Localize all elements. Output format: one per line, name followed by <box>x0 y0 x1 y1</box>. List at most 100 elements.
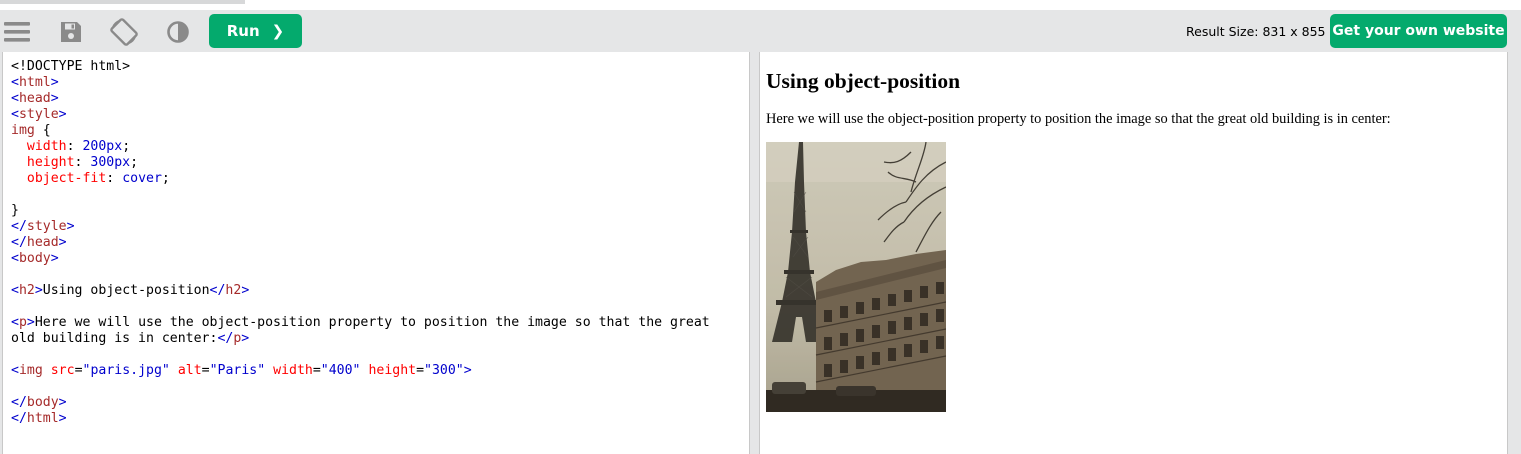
code-token: src <box>50 363 75 378</box>
code-line: ​ <box>11 347 710 363</box>
code-token: ; <box>130 155 139 170</box>
code-token: : <box>66 139 83 154</box>
code-token: height <box>26 155 75 170</box>
code-token: < <box>11 251 19 266</box>
code-token: > <box>463 363 472 378</box>
code-token: h2 <box>225 283 242 298</box>
code-token: width <box>26 139 67 154</box>
run-button[interactable]: Run ❯ <box>209 14 302 48</box>
code-token: img <box>18 363 43 378</box>
code-token: p <box>18 315 27 330</box>
code-token: height <box>368 363 417 378</box>
code-token: style <box>18 107 59 122</box>
code-line: <h2>Using object-position</h2> <box>11 283 710 299</box>
code-token: < <box>11 91 19 106</box>
code-token: "300" <box>424 363 464 378</box>
code-token: body <box>26 395 59 410</box>
code-line: <body> <box>11 251 710 267</box>
menu-icon[interactable] <box>2 17 32 47</box>
chevron-right-icon: ❯ <box>271 22 285 40</box>
code-token: </ <box>11 235 27 250</box>
code-token: > <box>241 331 250 346</box>
paris-image <box>766 142 946 412</box>
code-line: width: 200px; <box>11 139 710 155</box>
code-token: alt <box>177 363 202 378</box>
code-token: > <box>50 91 59 106</box>
code-line: } <box>11 203 710 219</box>
code-token: > <box>26 315 35 330</box>
code-line: ​ <box>11 267 710 283</box>
code-token: head <box>26 235 59 250</box>
code-token: ; <box>122 139 131 154</box>
right-gutter <box>1508 52 1521 454</box>
code-token: : <box>106 171 123 186</box>
code-line: height: 300px; <box>11 155 710 171</box>
code-line: <!DOCTYPE html> <box>11 59 710 75</box>
code-token: </ <box>209 283 226 298</box>
code-token: cover <box>122 171 162 186</box>
code-line: <p>Here we will use the object-position … <box>11 315 710 331</box>
result-heading: Using object-position <box>766 69 961 93</box>
code-token: ; <box>161 171 170 186</box>
code-token: </ <box>11 395 27 410</box>
code-token: img <box>11 123 35 138</box>
code-line: </body> <box>11 395 710 411</box>
code-token: < <box>11 283 19 298</box>
save-icon[interactable] <box>56 17 86 47</box>
code-token: > <box>34 283 43 298</box>
code-token: width <box>273 363 313 378</box>
browser-tab-strip <box>0 0 1521 10</box>
code-line: img { <box>11 123 710 139</box>
code-token: { <box>34 123 51 138</box>
code-token: 300px <box>90 155 131 170</box>
code-token: </ <box>11 219 27 234</box>
code-token: : <box>74 155 91 170</box>
get-your-own-website-button[interactable]: Get your own website <box>1330 14 1507 48</box>
code-token: < <box>11 315 19 330</box>
code-token: < <box>11 107 19 122</box>
code-token: "400" <box>320 363 361 378</box>
code-token: = <box>74 363 83 378</box>
code-token: > <box>66 219 75 234</box>
code-token: body <box>18 251 51 266</box>
code-line: </html> <box>11 411 710 427</box>
code-token: object-fit <box>26 171 107 186</box>
code-token: > <box>58 411 67 426</box>
code-token: head <box>18 91 51 106</box>
code-line: object-fit: cover; <box>11 171 710 187</box>
code-line: ​ <box>11 187 710 203</box>
contrast-icon[interactable] <box>163 17 193 47</box>
code-line: <head> <box>11 91 710 107</box>
code-editor[interactable]: <!DOCTYPE html> <html> <head> <style> img { … <box>2 52 750 454</box>
code-token: <!DOCTYPE html> <box>11 59 131 74</box>
tab-underline <box>0 0 245 4</box>
result-frame: Using object-position Here we will use t… <box>759 52 1508 454</box>
code-line: </head> <box>11 235 710 251</box>
code-line: <style> <box>11 107 710 123</box>
code-token: = <box>312 363 321 378</box>
code-token: html <box>26 411 59 426</box>
code-token: > <box>50 75 59 90</box>
result-paragraph: Here we will use the object-position pro… <box>766 111 1391 127</box>
code-token: old building is in center: <box>11 331 218 346</box>
code-text[interactable]: <!DOCTYPE html> <html> <head> <style> img { … <box>11 59 710 427</box>
code-token: h2 <box>18 283 35 298</box>
rotate-icon[interactable] <box>109 17 139 47</box>
code-line: <img src="paris.jpg" alt="Paris" width="… <box>11 363 710 379</box>
code-line: ​ <box>11 299 710 315</box>
code-token: style <box>26 219 67 234</box>
code-line: old building is in center:</p> <box>11 331 710 347</box>
code-token: "paris.jpg" <box>82 363 170 378</box>
code-token: </ <box>217 331 234 346</box>
code-token: </ <box>11 411 27 426</box>
code-token: Using object-position <box>42 283 210 298</box>
panel-splitter[interactable] <box>750 52 759 454</box>
code-token: < <box>11 75 19 90</box>
code-token: > <box>58 395 67 410</box>
code-token: Here we will use the object-position pro… <box>34 315 710 330</box>
code-line: ​ <box>11 379 710 395</box>
